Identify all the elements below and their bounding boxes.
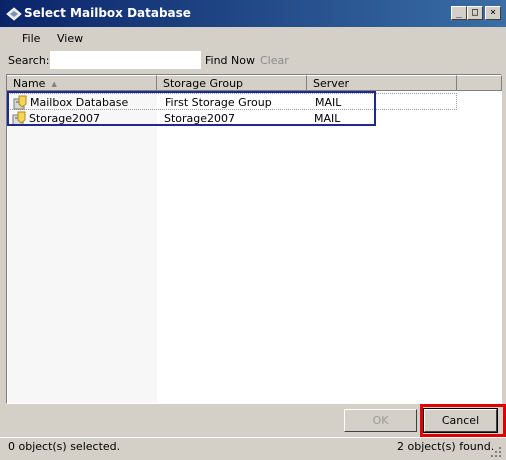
resize-grip-icon[interactable] (488, 444, 502, 458)
window-title: Select Mailbox Database (24, 6, 191, 20)
status-selected-count: 0 object(s) selected. (8, 440, 121, 453)
column-header-storage-group[interactable]: Storage Group (157, 75, 307, 91)
find-now-button[interactable]: Find Now (205, 54, 255, 67)
status-found-count: 2 object(s) found. (397, 440, 495, 453)
search-input[interactable] (49, 50, 202, 70)
close-button[interactable]: × (485, 6, 501, 20)
column-header-filler (457, 75, 502, 91)
app-icon (6, 7, 22, 21)
menu-view[interactable]: View (55, 30, 85, 48)
clear-button[interactable]: Clear (260, 54, 289, 67)
sorted-column-background (8, 91, 157, 403)
minimize-button[interactable]: _ (451, 6, 467, 20)
menu-file[interactable]: File (20, 30, 42, 48)
search-label: Search: (8, 54, 50, 67)
column-header-name[interactable]: Name ▲ (7, 75, 157, 91)
column-header-server[interactable]: Server (307, 75, 457, 91)
ok-button[interactable]: OK (344, 409, 417, 432)
maximize-button[interactable]: □ (467, 6, 483, 20)
cancel-highlight-box (420, 404, 506, 437)
rows-highlight-box (7, 91, 376, 126)
sort-ascending-icon: ▲ (51, 80, 57, 88)
column-header-label: Name (13, 77, 46, 90)
